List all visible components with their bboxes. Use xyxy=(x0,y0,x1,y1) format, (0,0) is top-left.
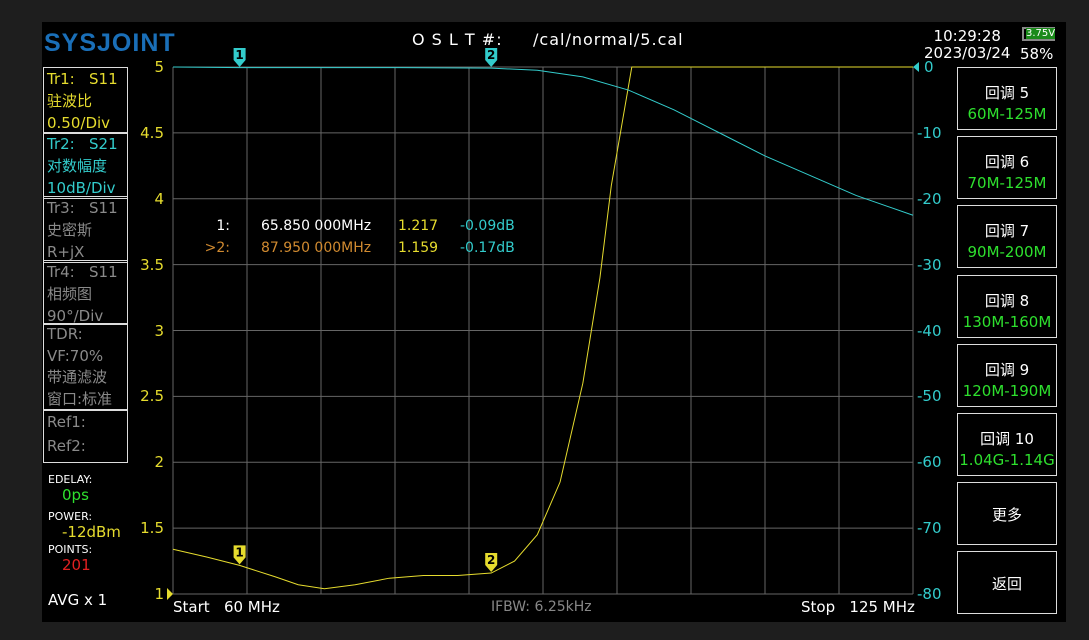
button-label: 回调 6 xyxy=(984,153,1030,172)
marker-1-freq: 65.850 000MHz xyxy=(261,218,372,234)
button-range: 90M-200M xyxy=(967,243,1047,262)
button-range: 60M-125M xyxy=(967,105,1047,123)
marker-2-number: 2 xyxy=(487,48,495,62)
side-button-1[interactable]: 回调 6 70M-125M xyxy=(957,136,1057,200)
side-button-5[interactable]: 回调 10 1.04G-1.14G xyxy=(957,413,1057,476)
marker-2-freq: 87.950 000MHz xyxy=(261,240,372,256)
marker-1-swr: 1.217 xyxy=(398,218,439,234)
marker-1-s21: -0.09dB xyxy=(460,218,515,234)
right-ref-arrow-icon xyxy=(913,62,919,72)
marker-1-number: 1 xyxy=(235,48,243,62)
button-label: 回调 5 xyxy=(984,84,1030,102)
button-label: 更多 xyxy=(991,506,1022,525)
ifbw[interactable]: IFBW: 6.25kHz xyxy=(491,599,592,615)
marker-1-label: 1: xyxy=(216,218,230,234)
vna-screen: SYSJOINT O S L T #: /cal/normal/5.cal 10… xyxy=(42,22,1066,622)
button-range: 70M-125M xyxy=(967,174,1047,193)
button-range: 1.04G-1.14G xyxy=(959,451,1055,469)
start-frequency[interactable]: Start 60 MHz xyxy=(173,598,280,616)
side-button-2[interactable]: 回调 7 90M-200M xyxy=(957,205,1057,269)
stop-frequency[interactable]: Stop 125 MHz xyxy=(801,598,915,616)
side-button-6[interactable]: 更多 xyxy=(957,482,1057,546)
button-label: 回调 8 xyxy=(984,291,1030,310)
marker-2-label: >2: xyxy=(204,240,230,256)
marker-1-number: 1 xyxy=(235,545,243,559)
side-button-7[interactable]: 返回 xyxy=(957,551,1057,615)
button-label: 回调 10 xyxy=(980,430,1034,448)
button-range: 120M-190M xyxy=(962,381,1052,400)
marker-2-number: 2 xyxy=(487,553,495,567)
marker-2-s21: -0.17dB xyxy=(460,240,515,256)
button-label: 返回 xyxy=(991,575,1022,594)
button-range: 130M-160M xyxy=(962,312,1052,331)
marker-2-swr: 1.159 xyxy=(398,240,439,256)
button-label: 回调 9 xyxy=(984,360,1030,379)
side-button-4[interactable]: 回调 9 120M-190M xyxy=(957,343,1057,407)
button-label: 回调 7 xyxy=(984,222,1030,241)
plot-area: 1 2 1 2 xyxy=(167,48,919,600)
side-button-3[interactable]: 回调 8 130M-160M xyxy=(957,274,1057,338)
side-button-0[interactable]: 回调 5 60M-125M xyxy=(957,67,1057,130)
